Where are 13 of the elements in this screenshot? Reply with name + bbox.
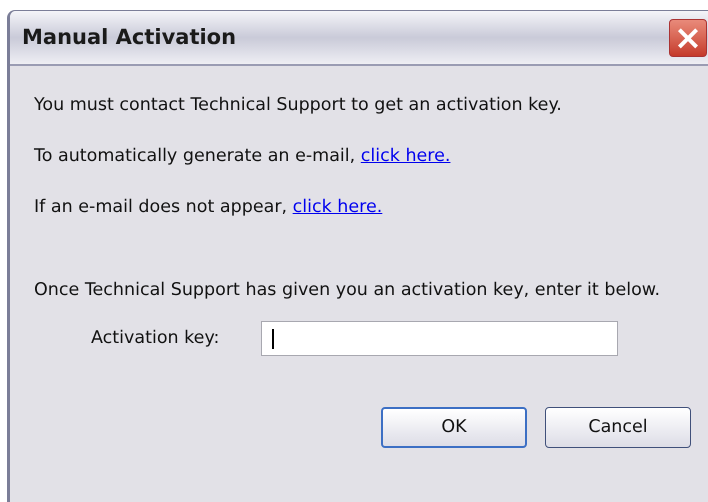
click-here-link[interactable]: click here. (292, 197, 382, 217)
close-button[interactable]: × (669, 18, 707, 56)
message-text: To automatically generate an e-mail, click here. (34, 145, 452, 168)
ok-button[interactable]: OK (381, 407, 527, 448)
field-label: Activation key: (91, 327, 220, 350)
click-here-link[interactable]: click here. (360, 146, 450, 166)
cancel-button[interactable]: Cancel (545, 407, 691, 448)
text-cursor (272, 328, 274, 348)
activation-key-field[interactable] (261, 321, 618, 356)
instruction-text: Once Technical Support has given you an activation key, enter it below. (34, 279, 662, 302)
message-text: If an e-mail does not appear, click here. (34, 196, 384, 219)
window-title: Manual Activation (22, 24, 236, 51)
message-text: You must contact Technical Support to get an activation key. (34, 94, 563, 117)
